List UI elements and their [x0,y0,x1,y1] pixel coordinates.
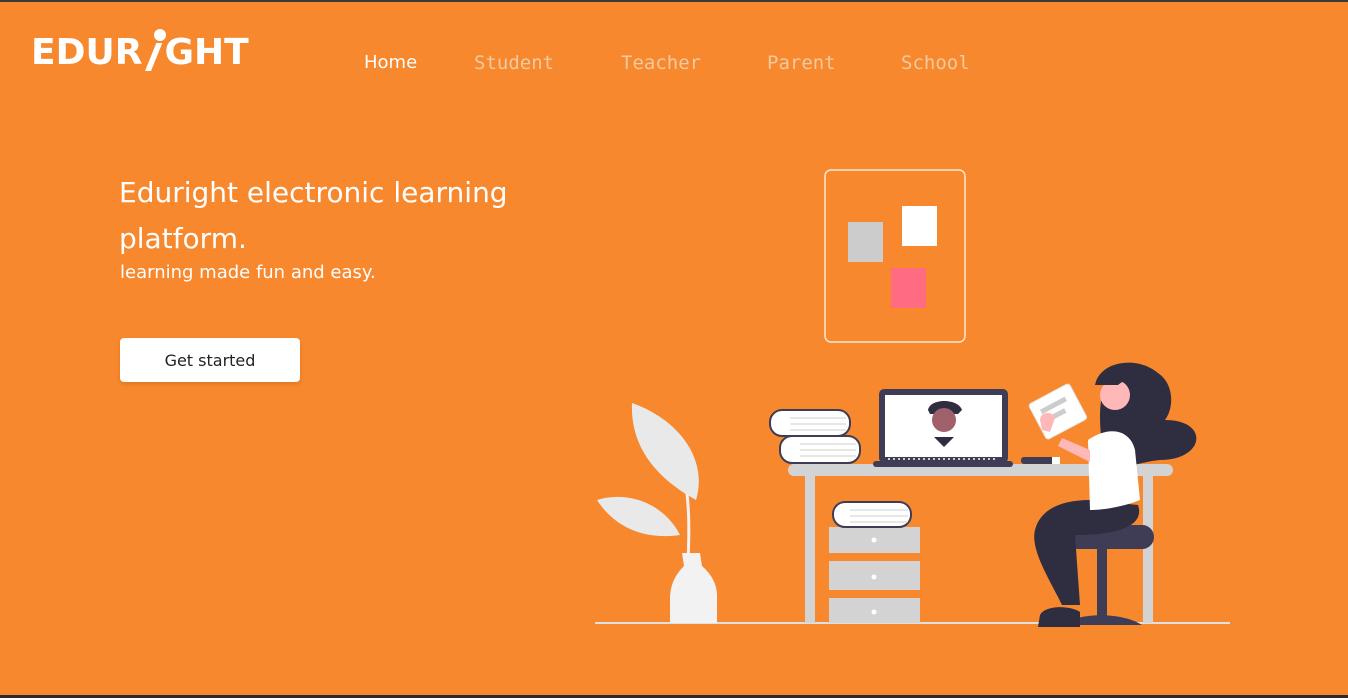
laptop-icon [873,389,1013,467]
nav-school[interactable]: School [901,52,970,74]
online-learning-illustration [595,169,1230,627]
get-started-button[interactable]: Get started [120,338,300,382]
top-border [0,0,1348,2]
hero-title: Eduright electronic learning platform. [119,176,508,255]
logo-i-mark-icon [142,29,167,73]
hero-subtitle: learning made fun and easy. [120,262,376,283]
nav-parent[interactable]: Parent [767,52,836,74]
student-person-icon [1028,362,1197,627]
nav-home[interactable]: Home [364,52,417,74]
logo-text-left: EDUR [31,32,143,73]
wall-frame-icon [824,169,966,343]
nav-student[interactable]: Student [474,52,554,74]
nav-teacher[interactable]: Teacher [621,52,701,74]
plant-icon [597,403,718,623]
logo-text-right: GHT [164,32,249,73]
eduright-logo[interactable]: EDUR GHT [31,29,249,73]
